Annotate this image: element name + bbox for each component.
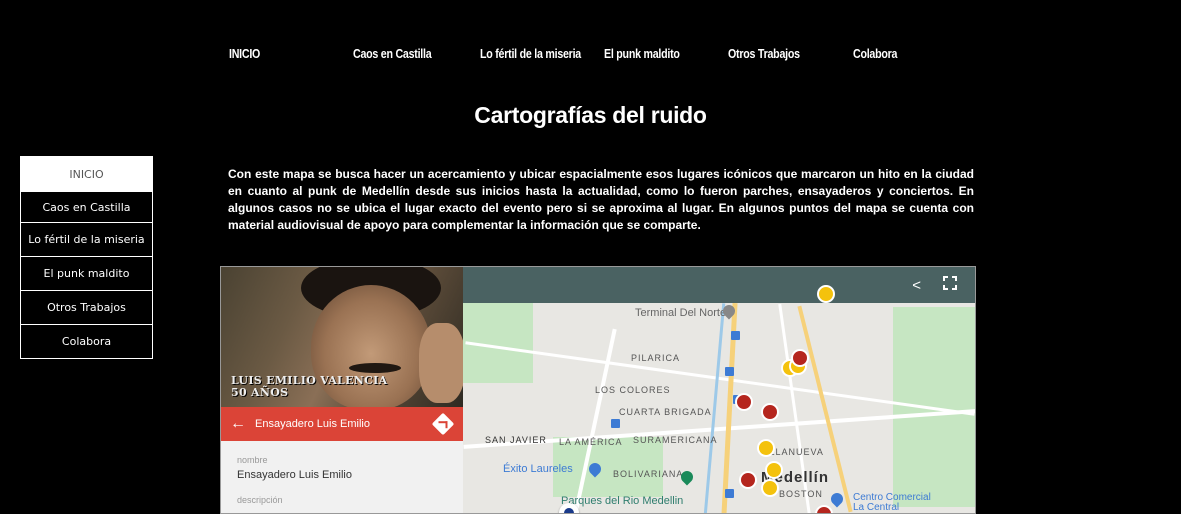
map-label-suramericana: SURAMERICANA [633,435,718,445]
transit-icon [611,419,620,428]
map-pin-yellow[interactable] [765,461,783,479]
map-label-cuarta-brigada: CUARTA BRIGADA [619,407,712,417]
field-label-descripcion: descripción [237,495,283,505]
field-value-nombre: Ensayadero Luis Emilio [237,469,352,481]
photo-mustache [349,363,401,373]
map-label-pilarica: PILARICA [631,353,681,363]
place-photo[interactable]: LUIS EMILIO VALENCIA 50 AÑOS [221,267,463,407]
transit-icon [725,367,734,376]
map-label-exito: Éxito Laureles [503,463,573,475]
side-menu-item-lo-fertil[interactable]: Lo fértil de la miseria [20,223,153,257]
arrow-left-icon[interactable]: ← [221,415,255,433]
directions-icon[interactable] [431,412,455,436]
map-label-boston: BOSTON [779,489,823,499]
fullscreen-icon[interactable] [942,275,958,291]
map-pin-red[interactable] [735,393,753,411]
side-menu: INICIO Caos en Castilla Lo fértil de la … [20,156,153,359]
map-pin-red[interactable] [791,349,809,367]
map-label-parques: Parques del Rio Medellin [561,495,684,507]
map-pin-red[interactable] [739,471,757,489]
photo-hand [419,323,463,403]
nav-item-el-punk-maldito[interactable]: El punk maldito [604,46,680,61]
share-icon[interactable]: < [912,277,921,294]
side-menu-item-el-punk-maldito[interactable]: El punk maldito [20,257,153,291]
nav-item-otros-trabajos[interactable]: Otros Trabajos [728,46,800,61]
nav-item-colabora[interactable]: Colabora [853,46,897,61]
transit-icon [731,331,740,340]
nav-item-inicio[interactable]: INICIO [229,46,260,61]
photo-caption: LUIS EMILIO VALENCIA 50 AÑOS [231,375,387,399]
side-menu-item-inicio[interactable]: INICIO [20,156,153,192]
side-menu-item-caos-en-castilla[interactable]: Caos en Castilla [20,192,153,223]
intro-text: Con este mapa se busca hacer un acercami… [228,167,974,232]
map-pin-red[interactable] [761,403,779,421]
map-pin-red[interactable] [815,505,833,513]
field-label-nombre: nombre [237,455,268,465]
map-canvas[interactable]: < Terminal Del Norte PILARICA LOS COLORE… [463,267,975,513]
nav-item-lo-fertil[interactable]: Lo fértil de la miseria [480,46,581,61]
map-label-bolivariana: BOLIVARIANA [613,469,684,479]
map-pin-yellow[interactable] [761,479,779,497]
transit-icon [725,489,734,498]
map-label-los-colores: LOS COLORES [595,385,671,395]
map-label-la-america: LA AMÉRICA [559,437,623,447]
page-title: Cartografías del ruido [474,102,707,128]
map-pin-yellow[interactable] [757,439,775,457]
nav-item-caos-en-castilla[interactable]: Caos en Castilla [353,46,432,61]
place-panel-body: nombre Ensayadero Luis Emilio descripció… [221,441,463,513]
map-label-san-javier: SAN JAVIER [485,435,547,445]
embedded-map-widget: LUIS EMILIO VALENCIA 50 AÑOS ← Ensayader… [220,266,976,514]
side-menu-item-otros-trabajos[interactable]: Otros Trabajos [20,291,153,325]
map-label-terminal: Terminal Del Norte [635,307,727,319]
map-pin-yellow[interactable] [817,285,835,303]
map-toolbar: < [463,267,975,303]
place-panel-header: ← Ensayadero Luis Emilio [221,407,463,441]
side-menu-item-colabora[interactable]: Colabora [20,325,153,359]
map-label-centro-comercial: Centro Comercial La Central [853,492,931,513]
photo-caption-line2: 50 AÑOS [231,386,289,399]
place-panel-title: Ensayadero Luis Emilio [255,418,370,430]
